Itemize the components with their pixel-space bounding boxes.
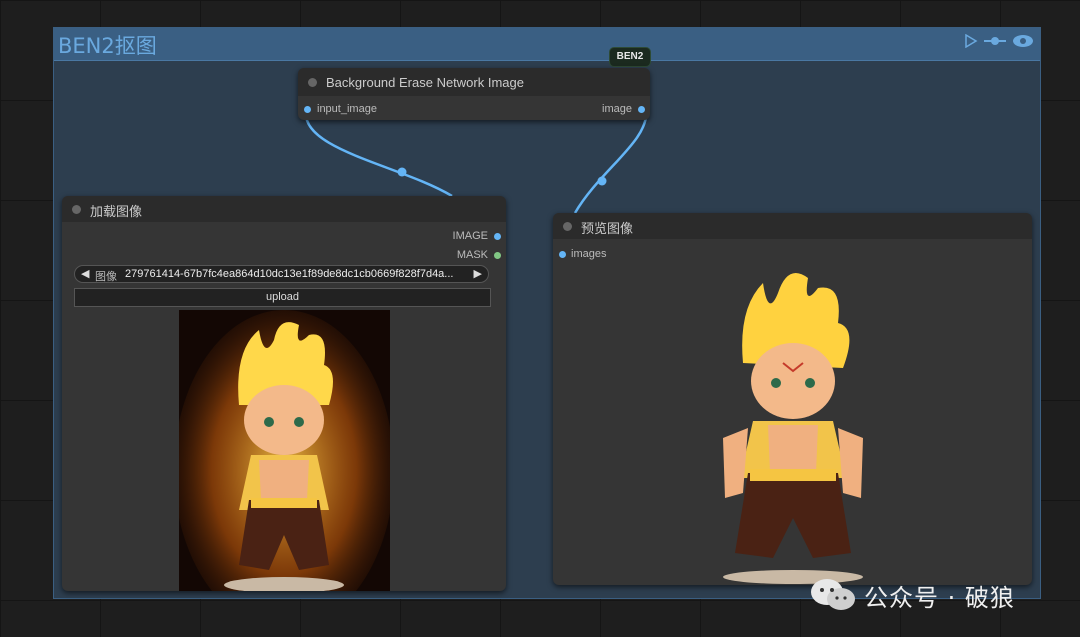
loaded-image — [179, 310, 390, 591]
node-title: 加载图像 — [90, 204, 143, 219]
output-slot-label: image — [602, 103, 632, 115]
node-header[interactable]: 加载图像 — [62, 196, 506, 222]
combo-label: 图像 — [95, 271, 117, 283]
output-mask-label: MASK — [456, 249, 488, 261]
preview-image — [713, 263, 873, 585]
output-image-dot[interactable] — [494, 233, 501, 240]
combo-value: 279761414-67b7fc4ea864d10dc13e1f89de8dc1… — [125, 268, 454, 280]
upload-button[interactable]: upload — [74, 288, 491, 307]
image-combo[interactable]: ◀ 图像 279761414-67b7fc4ea864d10dc13e1f89d… — [74, 265, 489, 283]
link-midpoint-2[interactable] — [597, 176, 607, 186]
input-slot-dot[interactable] — [559, 251, 566, 258]
output-slot-dot[interactable] — [638, 106, 645, 113]
link-input — [304, 109, 453, 198]
node-header[interactable]: Background Erase Network Image — [298, 68, 650, 96]
collapse-dot[interactable] — [308, 78, 317, 87]
combo-prev-arrow[interactable]: ◀ — [81, 267, 89, 280]
collapse-dot[interactable] — [563, 222, 572, 231]
input-slot-dot[interactable] — [304, 106, 311, 113]
preview-image-node[interactable]: 预览图像 images — [553, 213, 1032, 585]
input-slot-label: images — [571, 248, 607, 260]
combo-next-arrow[interactable]: ▶ — [474, 267, 482, 280]
watermark-text: 公众号 · 破狼 — [864, 583, 1015, 612]
input-slot-label: input_image — [317, 103, 377, 115]
node-badge: BEN2 — [609, 47, 651, 67]
node-header[interactable]: 预览图像 — [553, 213, 1032, 239]
link-midpoint[interactable] — [397, 167, 407, 177]
link-output — [573, 109, 648, 214]
collapse-dot[interactable] — [72, 205, 81, 214]
watermark: 公众号 · 破狼 — [810, 577, 1015, 613]
load-image-node[interactable]: 加载图像 IMAGE MASK ◀ 图像 279761414-67b7fc4ea… — [62, 196, 506, 591]
output-image-label: IMAGE — [452, 230, 488, 242]
ben2-node[interactable]: Background Erase Network Image input_ima… — [298, 68, 650, 120]
wechat-icon — [811, 579, 855, 610]
node-title: Background Erase Network Image — [326, 75, 524, 90]
output-mask-dot[interactable] — [494, 252, 501, 259]
node-title: 预览图像 — [581, 221, 634, 236]
